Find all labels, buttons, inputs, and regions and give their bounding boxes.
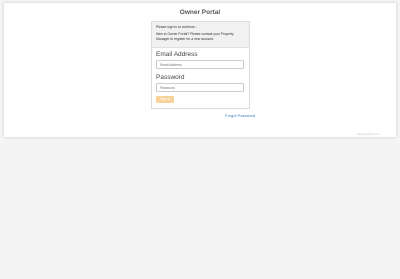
password-label: Password [156, 74, 185, 81]
email-label: Email Address [156, 51, 198, 58]
password-field[interactable] [156, 83, 244, 92]
page-title: Owner Portal [179, 9, 221, 16]
login-panel: Please sign in to continue... New to Own… [151, 21, 250, 109]
sign-in-prompt: Please sign in to continue... [156, 25, 198, 29]
sign-in-button[interactable]: Sign In [156, 96, 174, 103]
forgot-password-link[interactable]: Forgot Password [225, 113, 255, 118]
new-user-message: New to Owner Portal? Please contact your… [156, 32, 234, 41]
footer-text: www.appfolio.com [357, 132, 380, 136]
email-field[interactable] [156, 60, 244, 69]
panel-header: Please sign in to continue... New to Own… [152, 22, 249, 48]
